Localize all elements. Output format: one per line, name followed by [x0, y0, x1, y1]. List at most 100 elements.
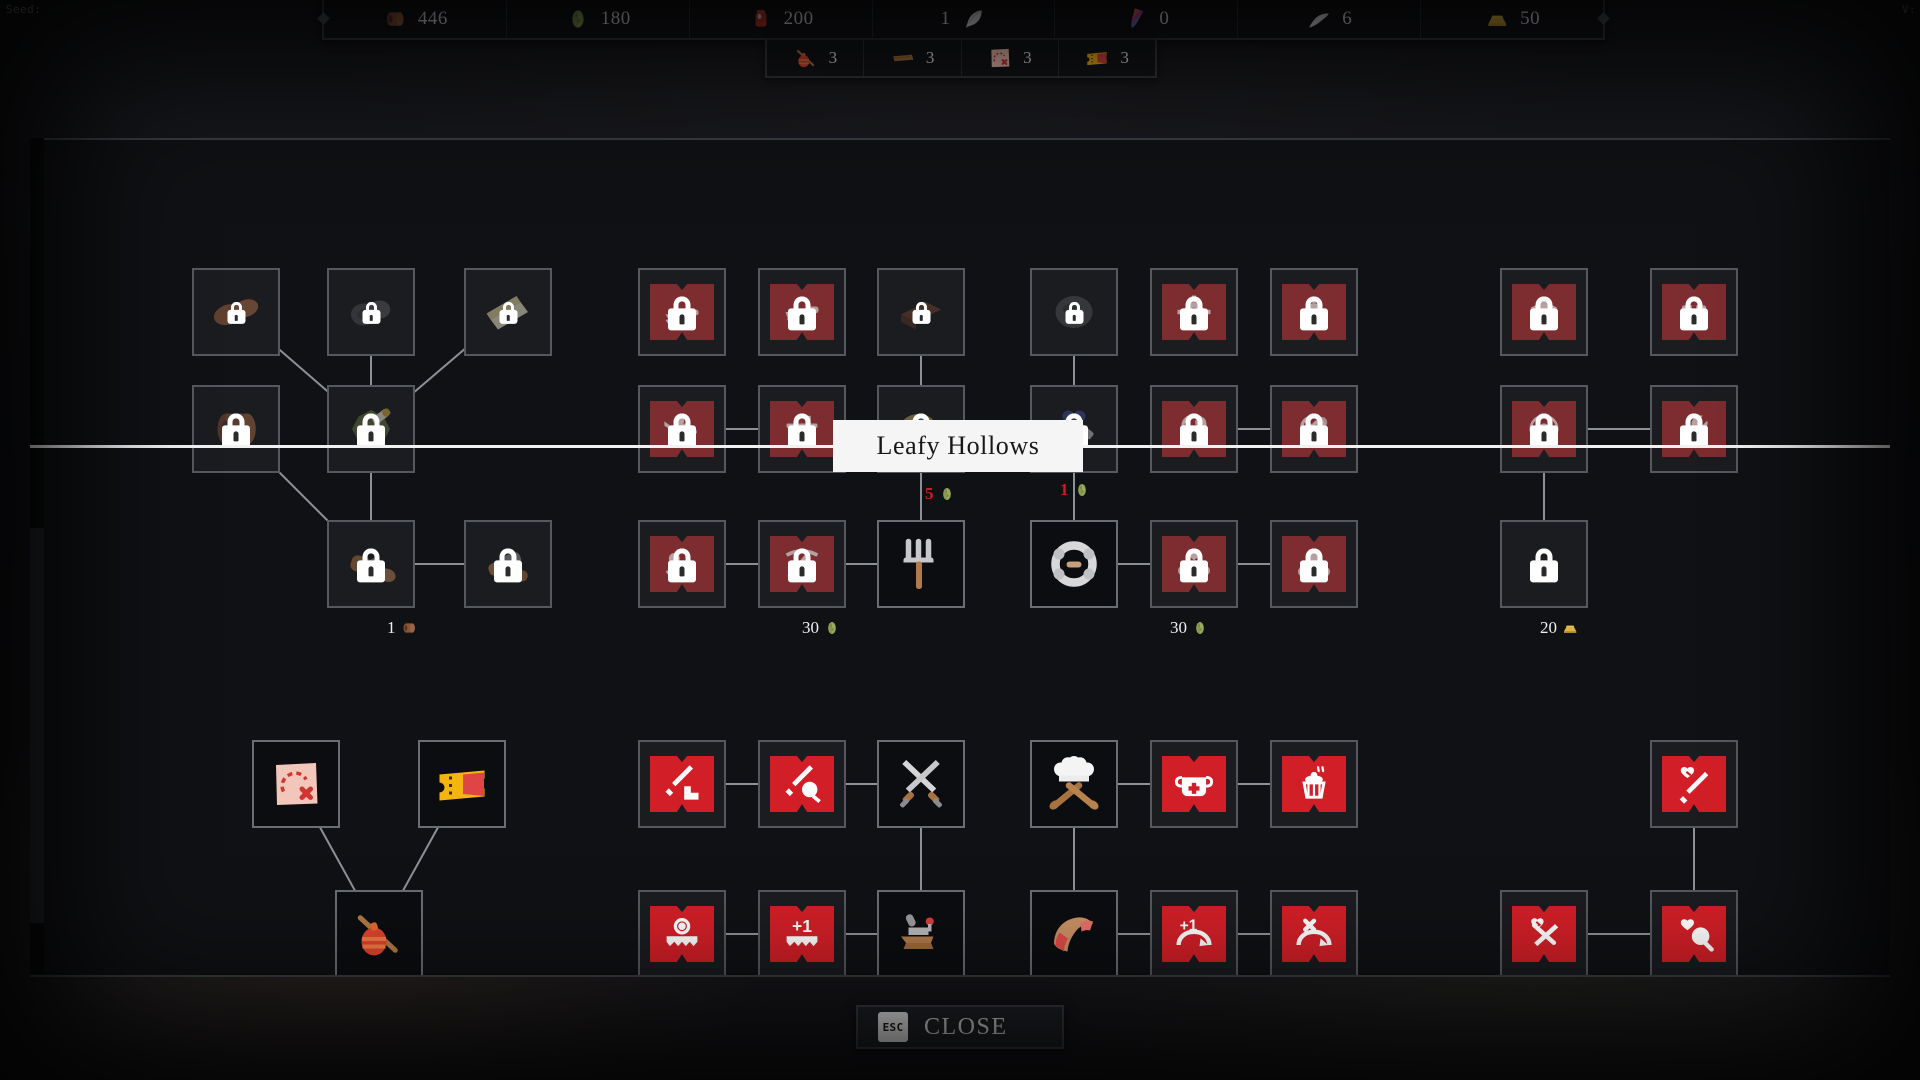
tree-node-broken-heart-sword-banner[interactable]: [1500, 890, 1588, 975]
tree-node-saw2-banner[interactable]: [758, 268, 846, 356]
tree-node-spyglass[interactable]: [464, 520, 552, 608]
node-art: [885, 528, 957, 600]
resource-value: 180: [600, 8, 631, 29]
tree-node-potato[interactable]: [192, 268, 280, 356]
sword-boot-banner-icon: [646, 748, 718, 820]
tree-node-cupcake-banner[interactable]: [1270, 740, 1358, 828]
tree-node-rock[interactable]: [327, 268, 415, 356]
tree-node-saw-banner[interactable]: [638, 268, 726, 356]
tree-node-ring-banner[interactable]: [1500, 385, 1588, 473]
tree-node-thorn-hammer[interactable]: [327, 385, 415, 473]
ticket-icon: [1084, 45, 1110, 71]
lock-icon: [667, 413, 697, 448]
node-art: [1278, 898, 1350, 970]
sword-meat-banner-icon: [766, 748, 838, 820]
lock-icon: [1179, 413, 1209, 448]
tree-node-chain-trap[interactable]: [1030, 520, 1118, 608]
tree-scrollbar-thumb[interactable]: [30, 138, 44, 528]
lock-icon: [1529, 296, 1559, 331]
node-art: [260, 748, 332, 820]
tree-node-brick[interactable]: [877, 268, 965, 356]
hops-icon: [938, 485, 956, 503]
tree-node-crossed-swords[interactable]: [877, 740, 965, 828]
node-art: [1658, 748, 1730, 820]
node-art: [885, 898, 957, 970]
tree-node-pot-plus-banner[interactable]: [1150, 740, 1238, 828]
tree-scrollbar[interactable]: [30, 138, 44, 973]
tree-node-plus1-bow-banner[interactable]: +1: [1150, 890, 1238, 975]
treasure-map-icon: [987, 45, 1013, 71]
lock-icon: [1179, 296, 1209, 331]
node-art: [335, 276, 407, 348]
crossed-swords-icon: [885, 748, 957, 820]
node-cost: 5: [925, 484, 956, 504]
node-cost: 20: [1540, 618, 1579, 638]
tech-tree-panel[interactable]: +1 +1 1 5 1 30 30 20: [30, 138, 1890, 977]
tree-node-cog-banner[interactable]: [1270, 268, 1358, 356]
node-art: +1: [766, 898, 838, 970]
tree-node-gear-banner[interactable]: [1150, 268, 1238, 356]
lock-icon: [356, 413, 386, 448]
lock-icon: [221, 413, 251, 448]
tree-node-chef-spoons[interactable]: [1030, 740, 1118, 828]
gold-bar-icon: [1561, 619, 1579, 637]
tree-node-heart-meat-banner[interactable]: [1650, 890, 1738, 975]
tree-node-sword-boot-banner[interactable]: [638, 740, 726, 828]
tree-node-plus1-shield-banner[interactable]: +1: [758, 890, 846, 975]
tree-node-trap-mouse-banner[interactable]: [1270, 520, 1358, 608]
resource-map: 3: [962, 40, 1059, 76]
resource-value: 446: [417, 8, 448, 29]
lock-icon: [493, 548, 523, 583]
tree-node-sword-meat-banner[interactable]: [758, 740, 846, 828]
tree-node-stone[interactable]: [1030, 268, 1118, 356]
tree-node-crate-banner[interactable]: [1500, 268, 1588, 356]
resource-paint: 0: [1055, 0, 1239, 38]
tree-node-x-bow-banner[interactable]: [1270, 890, 1358, 975]
lock-icon: [667, 296, 697, 331]
node-art: [200, 276, 272, 348]
cupcake-banner-icon: [1278, 748, 1350, 820]
node-art: +1: [1158, 898, 1230, 970]
tree-node-hook-banner[interactable]: [638, 520, 726, 608]
tree-node-balloonx-banner[interactable]: [1270, 385, 1358, 473]
resource-feather-white: 1: [873, 0, 1056, 38]
tree-node-trap-heart-banner[interactable]: [1150, 520, 1238, 608]
resource-value: 3: [828, 48, 838, 67]
resource-value: 50: [1520, 8, 1541, 29]
close-button[interactable]: ESC CLOSE: [856, 1005, 1064, 1049]
node-art: [1278, 393, 1350, 465]
node-cost: 30: [802, 618, 841, 638]
tree-node-ticket[interactable]: [418, 740, 506, 828]
tree-node-balloon-banner[interactable]: [1150, 385, 1238, 473]
tree-node-watering-can-banner[interactable]: [638, 385, 726, 473]
pitchfork-icon: [885, 528, 957, 600]
tree-node-shield-ring-banner[interactable]: [638, 890, 726, 975]
resource-value: 200: [783, 8, 814, 29]
node-art: [1278, 528, 1350, 600]
tree-node-box-banner[interactable]: [1650, 268, 1738, 356]
version-label: V:: [1901, 3, 1916, 16]
tree-node-telescope[interactable]: [327, 520, 415, 608]
tree-node-pickaxe-banner[interactable]: [758, 520, 846, 608]
tree-node-wrench-banner[interactable]: [1650, 385, 1738, 473]
tree-node-empty[interactable]: [1500, 520, 1588, 608]
cost-value: 1: [1060, 480, 1069, 499]
tree-node-treasure-map[interactable]: [252, 740, 340, 828]
tree-scrollbar-thumb-lower[interactable]: [30, 923, 44, 973]
node-cost: 1: [387, 618, 418, 638]
tree-node-log[interactable]: [192, 385, 280, 473]
log-icon: [382, 6, 408, 32]
node-art: [426, 748, 498, 820]
tree-node-boomerang[interactable]: [1030, 890, 1118, 975]
tree-node-pitchfork[interactable]: [877, 520, 965, 608]
lock-icon: [1299, 548, 1329, 583]
tree-node-potion-stick[interactable]: [335, 890, 423, 975]
node-art: [1658, 276, 1730, 348]
lock-icon: [1679, 296, 1709, 331]
pot-plus-banner-icon: [1158, 748, 1230, 820]
tree-node-heart-sword-banner[interactable]: [1650, 740, 1738, 828]
plus1-bow-banner-icon: +1: [1158, 898, 1230, 970]
node-art: [766, 528, 838, 600]
tree-node-anvil[interactable]: [877, 890, 965, 975]
tree-node-butter[interactable]: [464, 268, 552, 356]
